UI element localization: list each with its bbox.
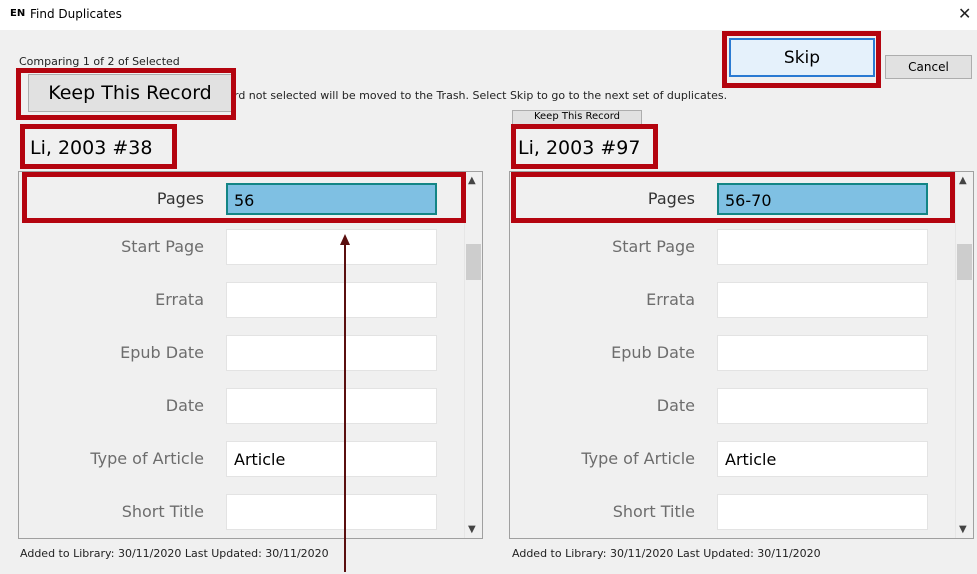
annotation-arrow-icon <box>340 234 350 572</box>
